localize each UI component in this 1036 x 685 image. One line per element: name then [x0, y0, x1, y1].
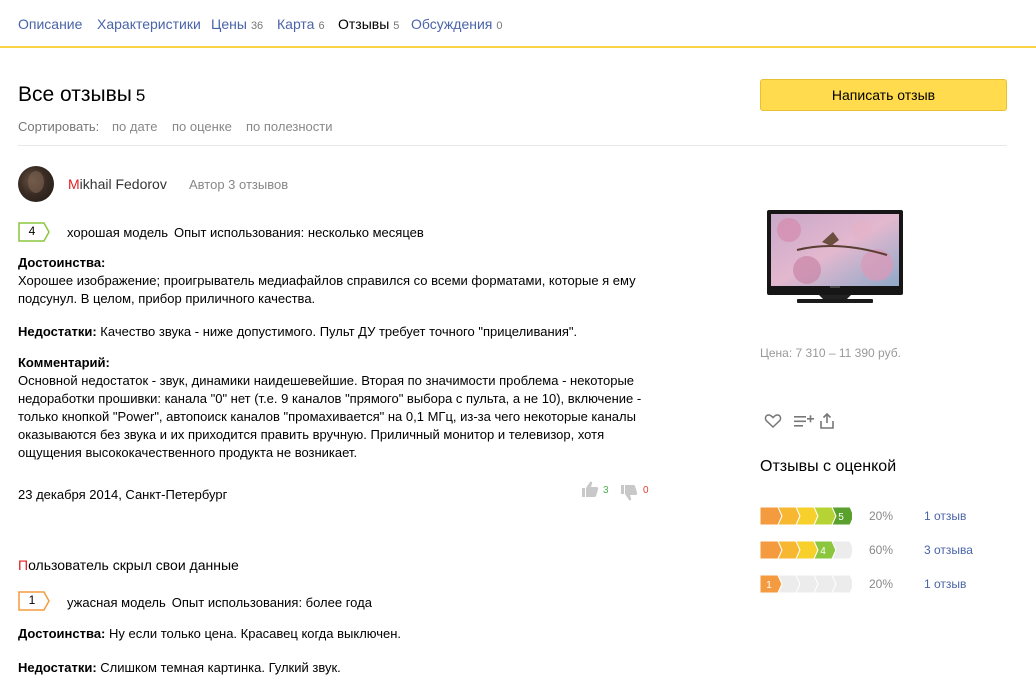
rating-bar-graphic: 4 — [759, 540, 855, 560]
review-pros: Достоинства: Хорошее изображение; проигр… — [18, 255, 636, 306]
review-pros: Достоинства: Ну если только цена. Красав… — [18, 626, 402, 641]
author-name: Пользователь скрыл свои данные — [18, 557, 239, 573]
rating-bar-1[interactable]: 1 — [759, 574, 855, 594]
tab-prices[interactable]: Цены 36 — [211, 16, 263, 32]
review-comment: Комментарий: Основной недостаток - звук,… — [18, 355, 642, 460]
sort-by-usefulness[interactable]: по полезности — [246, 119, 332, 134]
rating-reviews-link[interactable]: 1 отзыв — [924, 509, 966, 523]
thumbs-down-icon[interactable] — [620, 484, 638, 507]
author-meta: Автор 3 отзывов — [189, 177, 289, 192]
product-tabs: Описание Характеристики Цены 36 Карта 6 От… — [0, 0, 1036, 48]
tab-map[interactable]: Карта 6 — [277, 16, 325, 32]
rating-badge: 4 — [18, 222, 50, 242]
tab-description[interactable]: Описание — [18, 16, 82, 32]
review-date: 23 декабря 2014, Санкт-Петербург — [18, 487, 228, 502]
likes-count: 3 — [603, 485, 609, 496]
rating-percent: 20% — [869, 577, 894, 591]
page-title: Все отзывы 5 — [18, 83, 146, 106]
rating-badge: 1 — [18, 591, 50, 611]
rating-bar-label: 5 — [838, 512, 844, 523]
rating-bar-label: 1 — [766, 580, 772, 591]
reviews-count: 5 — [135, 86, 146, 105]
author-name[interactable]: Mikhail Fedorov — [68, 176, 167, 192]
rating-percent: 60% — [869, 543, 894, 557]
dislikes-count: 0 — [643, 485, 649, 496]
rating-bar-graphic: 5 — [759, 506, 855, 526]
sort-by-rating[interactable]: по оценке — [172, 119, 232, 134]
rating-bar-4[interactable]: 4 — [759, 540, 855, 560]
tab-reviews[interactable]: Отзывы 5 — [338, 16, 399, 32]
sort-label: Сортировать: — [18, 119, 100, 134]
tab-specs[interactable]: Характеристики — [97, 16, 201, 32]
thumbs-up-icon[interactable] — [581, 480, 599, 503]
add-to-list-icon[interactable] — [793, 412, 815, 435]
rating-bar-5[interactable]: 5 — [759, 506, 855, 526]
review-cons: Недостатки: Слишком темная картинка. Гул… — [18, 660, 341, 675]
tab-discussions[interactable]: Обсуждения 0 — [411, 16, 503, 32]
rating-bar-label: 4 — [820, 546, 826, 557]
review-summary: хорошая модель Опыт использования: нескол… — [67, 225, 424, 240]
review-summary: ужасная модель Опыт использования: более … — [67, 595, 372, 610]
rating-reviews-link[interactable]: 3 отзыва — [924, 543, 973, 557]
share-icon[interactable] — [819, 412, 835, 435]
rating-bar-graphic: 1 — [759, 574, 855, 594]
review-cons: Недостатки: Качество звука - ниже допуст… — [18, 324, 578, 339]
price-range: Цена: 7 310 – 11 390 руб. — [760, 346, 901, 360]
avatar[interactable] — [18, 166, 54, 202]
rated-reviews-title: Отзывы с оценкой — [760, 458, 897, 475]
heart-icon[interactable] — [764, 412, 782, 435]
product-image[interactable] — [767, 210, 903, 308]
rating-percent: 20% — [869, 509, 894, 523]
divider — [18, 145, 1007, 146]
rating-reviews-link[interactable]: 1 отзыв — [924, 577, 966, 591]
write-review-button[interactable]: Написать отзыв — [760, 79, 1007, 111]
sort-by-date[interactable]: по дате — [112, 119, 157, 134]
